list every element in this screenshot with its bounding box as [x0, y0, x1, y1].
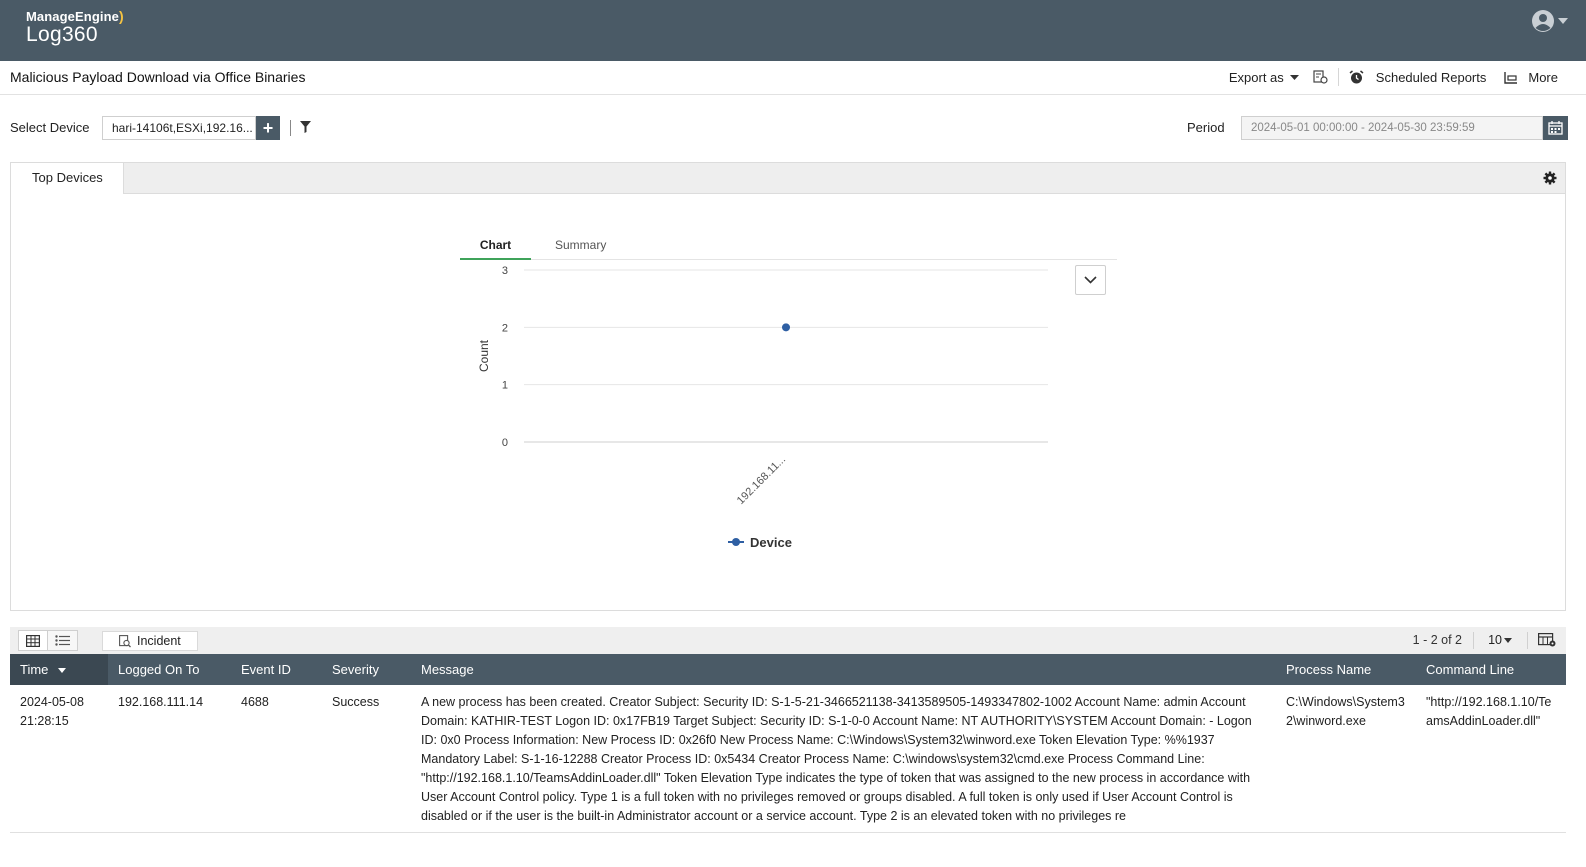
- device-count-chart: 0 1 2 3 Count 192.168.11... Device: [477, 265, 1048, 550]
- column-settings-icon[interactable]: [1538, 633, 1556, 647]
- top-devices-panel: Top Devices Chart Summary 0 1 2 3 Count 192.1…: [10, 162, 1566, 611]
- select-device-label: Select Device: [10, 120, 90, 135]
- column-header-process-name[interactable]: Process Name: [1276, 654, 1416, 685]
- page-size-select[interactable]: 10: [1488, 633, 1512, 647]
- column-header-logged-on-to[interactable]: Logged On To: [108, 654, 231, 685]
- list-view-button[interactable]: [48, 630, 78, 651]
- incident-button[interactable]: Incident: [102, 631, 198, 651]
- more-button[interactable]: More: [1504, 70, 1558, 85]
- filter-icon[interactable]: [300, 121, 311, 133]
- plus-icon: +: [262, 117, 274, 138]
- grid-icon: [26, 634, 40, 647]
- calendar-icon: [1548, 121, 1563, 135]
- period-input[interactable]: 2024-05-01 00:00:00 - 2024-05-30 23:59:5…: [1241, 116, 1543, 140]
- top-bar: ManageEngine) Log360: [0, 0, 1586, 61]
- column-header-message[interactable]: Message: [411, 654, 1276, 685]
- page-size-value: 10: [1488, 633, 1502, 647]
- cell-clock: 21:28:15: [20, 714, 69, 728]
- y-tick-label: 3: [502, 265, 508, 277]
- x-tick-label: 192.168.11...: [735, 454, 788, 507]
- y-tick-label: 1: [502, 380, 508, 392]
- cell-time: 2024-05-08 21:28:15: [10, 685, 108, 833]
- title-bar: Malicious Payload Download via Office Bi…: [0, 61, 1586, 95]
- list-icon: [55, 635, 70, 646]
- sort-desc-icon: [58, 668, 67, 674]
- divider: [1527, 632, 1528, 649]
- table-toolbar: Incident 1 - 2 of 2 10: [10, 627, 1566, 654]
- legend-label: Device: [750, 535, 792, 550]
- export-label: Export as: [1228, 69, 1284, 85]
- events-table: Time Logged On To Event ID Severity Mess…: [10, 654, 1566, 833]
- grid-view-button[interactable]: [18, 630, 48, 651]
- incident-icon: [119, 634, 131, 647]
- column-label: Time: [20, 662, 49, 677]
- column-header-severity[interactable]: Severity: [322, 654, 411, 685]
- legend-marker: [732, 538, 740, 546]
- more-icon: [1504, 71, 1518, 84]
- y-axis-label: Count: [477, 339, 491, 372]
- cell-date: 2024-05-08: [20, 695, 84, 709]
- add-device-button[interactable]: +: [256, 116, 280, 140]
- caret-down-icon: [1289, 74, 1299, 80]
- column-header-time[interactable]: Time: [10, 654, 108, 685]
- divider: [290, 120, 291, 136]
- filter-row: Select Device hari-14106t,ESXi,192.16...…: [0, 114, 1586, 142]
- scheduled-reports-label: Scheduled Reports: [1375, 69, 1487, 85]
- divider: [1337, 68, 1339, 86]
- logo-arc-icon: ): [118, 8, 124, 24]
- logo[interactable]: ManageEngine) Log360: [26, 8, 124, 46]
- cell-message: A new process has been created. Creator …: [411, 685, 1276, 833]
- brand-name: ManageEngine: [26, 9, 119, 24]
- more-label: More: [1528, 69, 1558, 85]
- pagination-info: 1 - 2 of 2: [1412, 633, 1462, 647]
- export-button[interactable]: Export as: [1229, 70, 1299, 85]
- column-header-command-line[interactable]: Command Line: [1416, 654, 1566, 685]
- data-point: [782, 323, 790, 332]
- chevron-down-icon: [1558, 18, 1568, 24]
- cell-severity: Success: [322, 685, 411, 833]
- device-select-input[interactable]: hari-14106t,ESXi,192.16...: [102, 116, 256, 140]
- user-menu[interactable]: [1531, 9, 1568, 33]
- y-tick-label: 0: [502, 437, 508, 449]
- product-name: Log360: [26, 23, 98, 46]
- y-tick-label: 2: [502, 322, 508, 334]
- table-row[interactable]: 2024-05-08 21:28:15 192.168.111.14 4688 …: [10, 685, 1566, 833]
- period-label: Period: [1187, 120, 1225, 135]
- user-avatar-icon: [1532, 10, 1554, 32]
- cell-logged-on-to: 192.168.111.14: [108, 685, 231, 833]
- page-title: Malicious Payload Download via Office Bi…: [10, 69, 306, 85]
- column-header-event-id[interactable]: Event ID: [231, 654, 322, 685]
- calendar-button[interactable]: [1543, 116, 1568, 140]
- cell-event-id: 4688: [231, 685, 322, 833]
- cell-process-name: C:\Windows\System32\winword.exe: [1276, 685, 1416, 833]
- scheduled-reports-button[interactable]: Scheduled Reports: [1349, 69, 1487, 85]
- alarm-clock-icon: [1349, 69, 1364, 83]
- report-settings-icon[interactable]: [1313, 70, 1328, 84]
- cell-command-line: "http://192.168.1.10/TeamsAddinLoader.dl…: [1416, 685, 1566, 833]
- divider: [1473, 632, 1474, 649]
- caret-down-icon: [1504, 637, 1512, 643]
- table-header-row: Time Logged On To Event ID Severity Mess…: [10, 654, 1566, 685]
- incident-label: Incident: [137, 634, 181, 648]
